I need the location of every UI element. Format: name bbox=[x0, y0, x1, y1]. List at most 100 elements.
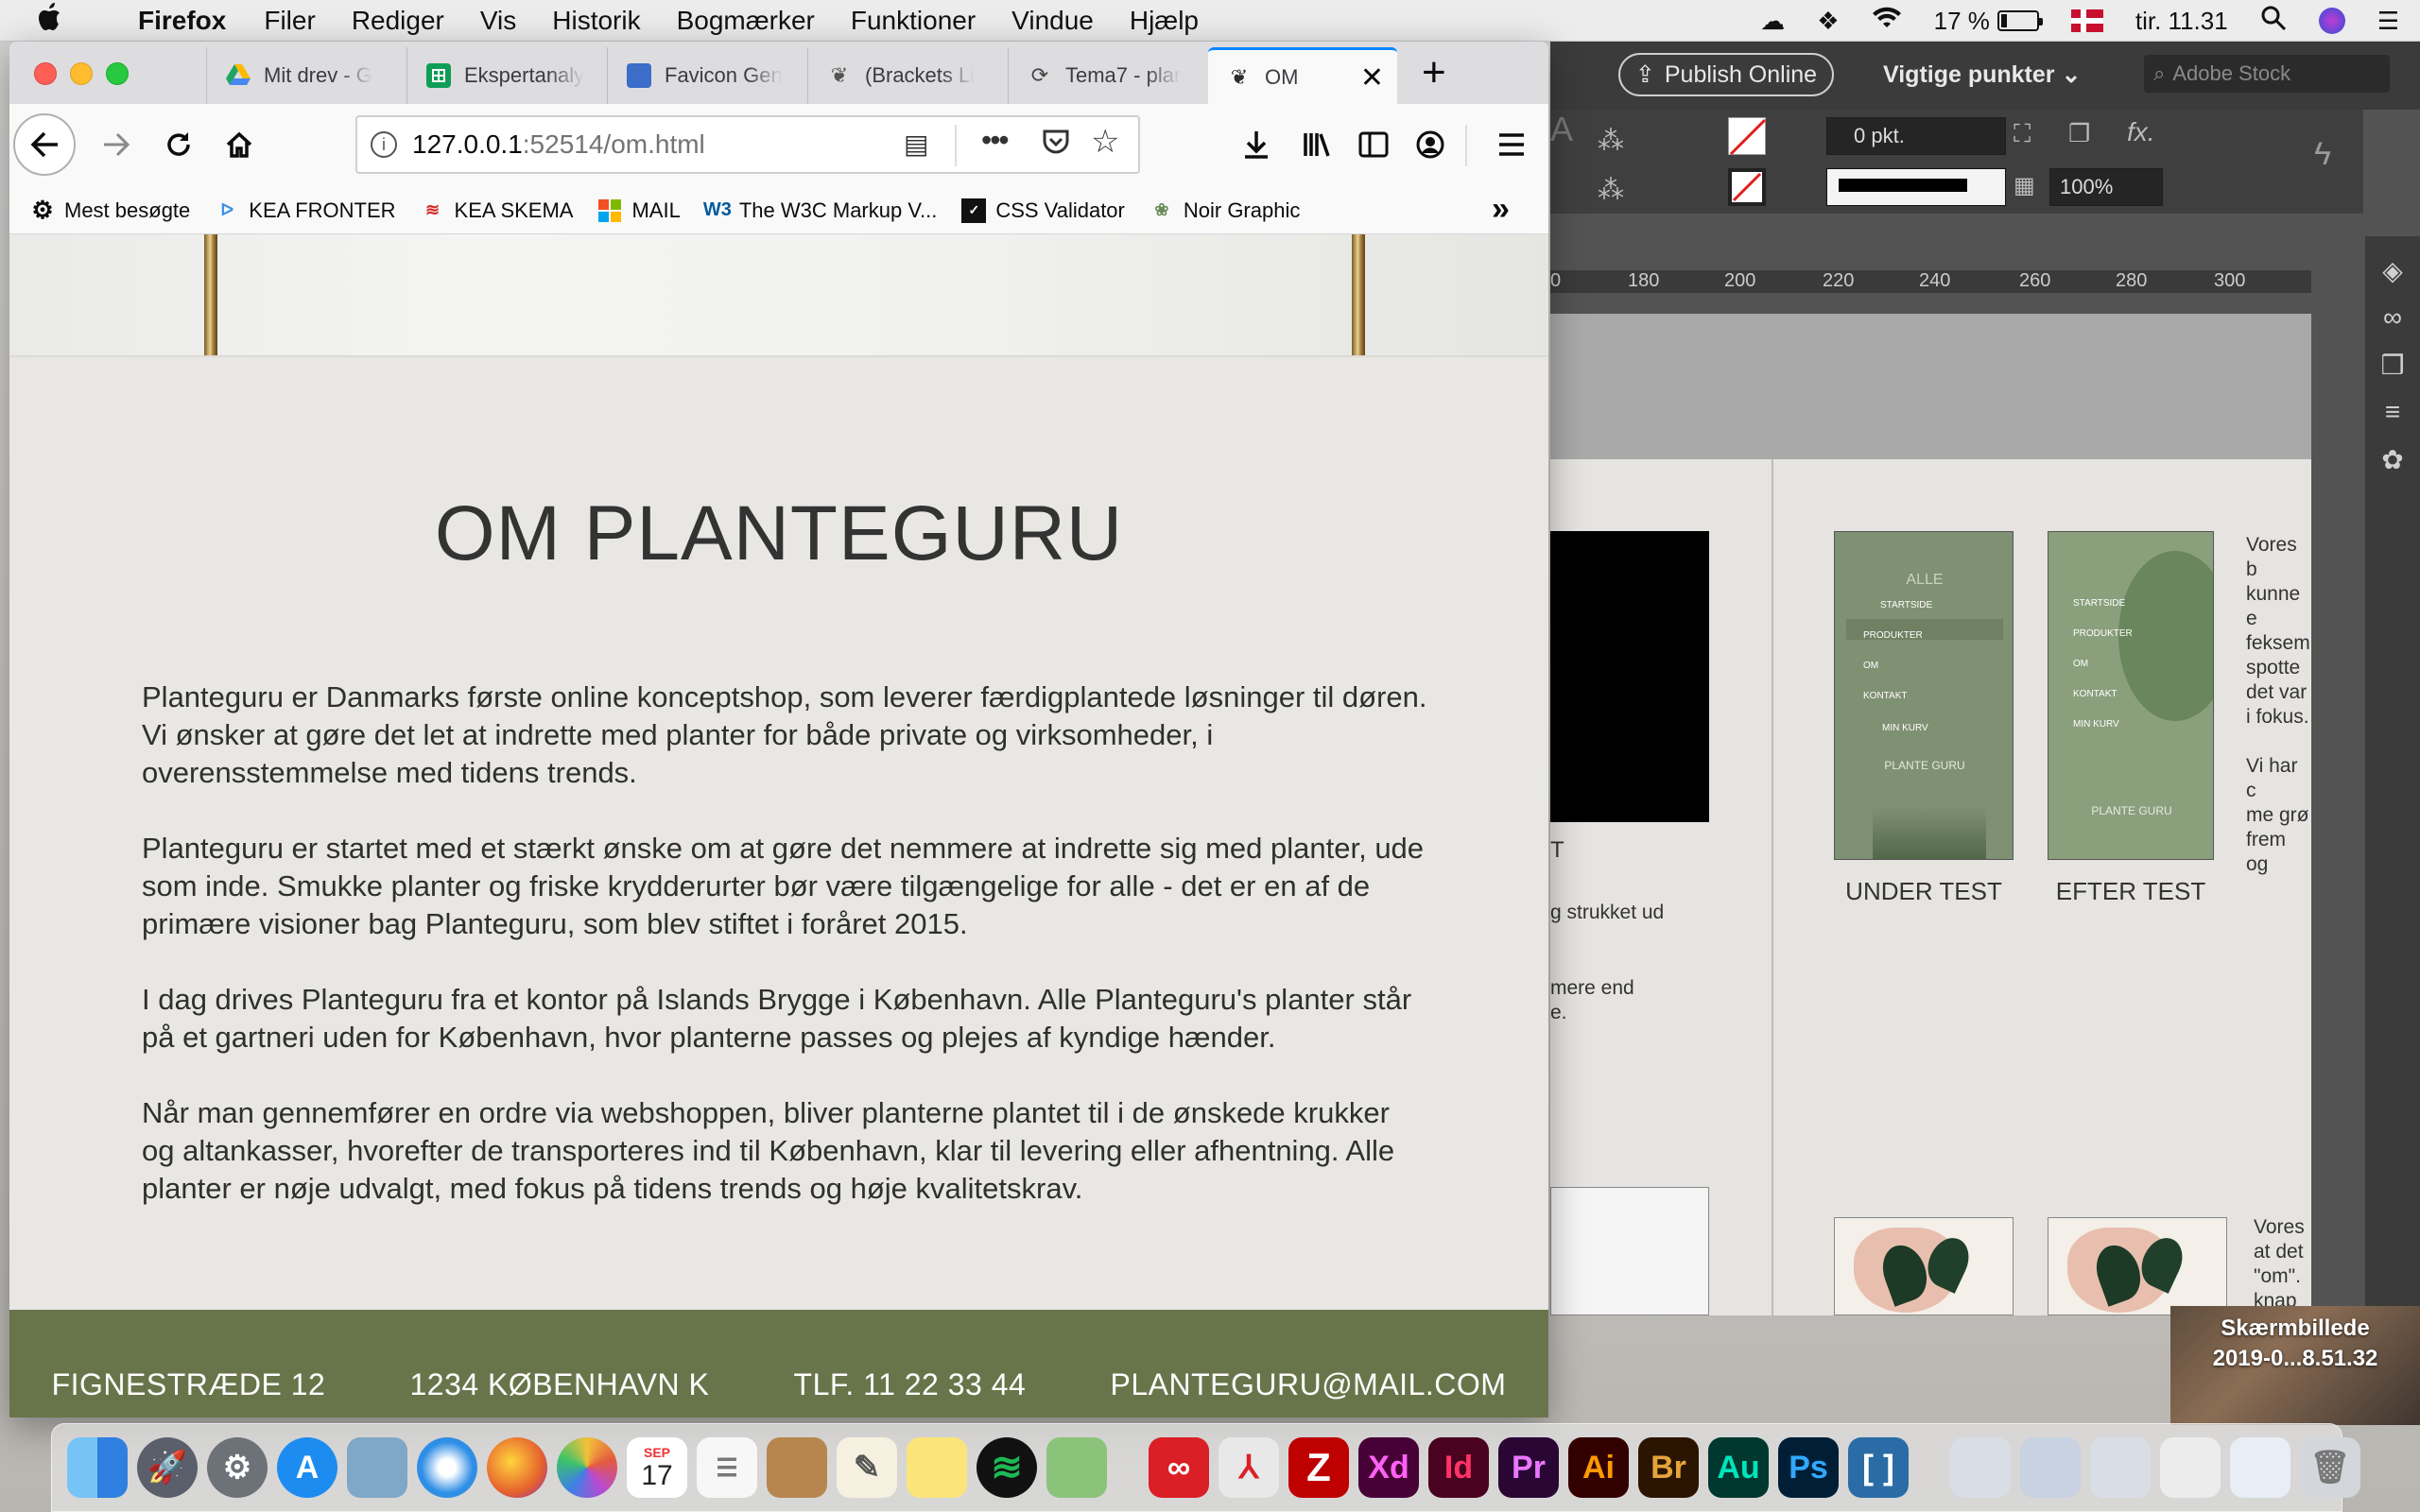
menu-funktioner[interactable]: Funktioner bbox=[851, 6, 976, 36]
preview-icon[interactable] bbox=[347, 1437, 407, 1498]
apple-menu-icon[interactable] bbox=[36, 2, 74, 40]
document-stack-icon[interactable] bbox=[2230, 1437, 2290, 1498]
phone-mockup-after-test[interactable]: STARTSIDE PRODUKTER OM KONTAKT MIN KURV … bbox=[2048, 531, 2214, 860]
spotlight-search-icon[interactable] bbox=[2260, 5, 2287, 38]
applications-folder-icon[interactable] bbox=[1950, 1437, 2011, 1498]
menu-hjaelp[interactable]: Hjælp bbox=[1130, 6, 1199, 36]
downloads-stack-icon[interactable] bbox=[2160, 1437, 2221, 1498]
site-info-icon[interactable]: i bbox=[371, 131, 397, 158]
tab-tema7[interactable]: ⟳ Tema7 - plar bbox=[1008, 47, 1208, 104]
page-viewport[interactable]: OM PLANTEGURU Planteguru er Danmarks før… bbox=[9, 234, 1548, 1418]
menu-filer[interactable]: Filer bbox=[264, 6, 315, 36]
photos-icon[interactable] bbox=[557, 1437, 617, 1498]
app-store-icon[interactable]: A bbox=[277, 1437, 337, 1498]
fill-swatch-none[interactable] bbox=[1728, 117, 1767, 156]
align-icon[interactable]: ⁂ bbox=[1598, 125, 1624, 156]
layers-icon[interactable]: ◈ bbox=[2377, 255, 2409, 285]
forward-button[interactable] bbox=[95, 123, 138, 166]
maps-icon[interactable] bbox=[1046, 1437, 1107, 1498]
firefox-icon[interactable] bbox=[487, 1437, 547, 1498]
desktop-screenshot-file-label[interactable]: Skærmbillede 2019-0...8.51.32 bbox=[2170, 1314, 2420, 1374]
tab-ekspertanalyse[interactable]: Ekspertanaly bbox=[406, 47, 607, 104]
url-bar[interactable]: i 127.0.0.1:52514/om.html ▤ ••• ☆ bbox=[355, 115, 1140, 174]
creative-cloud-status-icon[interactable]: ☁ bbox=[1760, 7, 1785, 36]
indesign-pasteboard[interactable]: T g strukket ud mere end e. ALLE STARTSI… bbox=[1550, 314, 2311, 1315]
effects-fx-icon[interactable]: fx. bbox=[2127, 117, 2155, 147]
indesign-page[interactable]: T g strukket ud mere end e. ALLE STARTSI… bbox=[1550, 459, 2311, 1315]
app-name-menu[interactable]: Firefox bbox=[138, 6, 226, 36]
phone-mockup-under-test[interactable]: ALLE STARTSIDE PRODUKTER OM KONTAKT MIN … bbox=[1834, 531, 2014, 860]
color-panel-icon[interactable]: ✿ bbox=[2377, 444, 2409, 474]
bookmark-mest-besogte[interactable]: ⚙ Mest besøgte bbox=[30, 196, 190, 224]
danish-flag-input-icon[interactable] bbox=[2070, 9, 2103, 32]
zoom-window-button[interactable] bbox=[106, 62, 129, 85]
system-preferences-icon[interactable]: ⚙ bbox=[207, 1437, 268, 1498]
dropbox-icon[interactable]: ❖ bbox=[1817, 7, 1839, 36]
acrobat-icon[interactable]: ⅄ bbox=[1219, 1437, 1279, 1498]
adobe-bridge-icon[interactable]: Br bbox=[1638, 1437, 1699, 1498]
clock[interactable]: tir. 11.31 bbox=[2135, 7, 2228, 36]
reminders-icon[interactable]: ☰ bbox=[697, 1437, 757, 1498]
bookmark-kea-skema[interactable]: ≋ KEA SKEMA bbox=[421, 198, 574, 223]
bookmark-kea-fronter[interactable]: ᐅ KEA FRONTER bbox=[215, 198, 395, 223]
adobe-audition-icon[interactable]: Au bbox=[1708, 1437, 1769, 1498]
textedit-icon[interactable]: ✎ bbox=[837, 1437, 897, 1498]
opacity-icon[interactable]: ▦ bbox=[2014, 172, 2035, 199]
lightning-icon[interactable]: ϟ bbox=[2314, 136, 2331, 173]
adobe-illustrator-icon[interactable]: Ai bbox=[1568, 1437, 1629, 1498]
minimize-window-button[interactable] bbox=[70, 62, 93, 85]
filezilla-icon[interactable]: Z bbox=[1288, 1437, 1349, 1498]
bookmark-w3c-markup-validator[interactable]: W3 The W3C Markup V... bbox=[703, 198, 937, 223]
bookmark-noir-graphic[interactable]: ❀ Noir Graphic bbox=[1150, 198, 1300, 223]
placed-image-plant-2[interactable] bbox=[2048, 1217, 2227, 1315]
brackets-icon[interactable]: [ ] bbox=[1848, 1437, 1909, 1498]
more-bookmarks-chevron-icon[interactable]: » bbox=[1492, 191, 1510, 228]
adobe-indesign-icon[interactable]: Id bbox=[1428, 1437, 1489, 1498]
sidebar-icon[interactable] bbox=[1352, 123, 1395, 166]
applications-stack-icon[interactable] bbox=[2090, 1437, 2151, 1498]
adobe-stock-search[interactable]: ⌕ Adobe Stock bbox=[2144, 55, 2390, 93]
hamburger-menu-icon[interactable] bbox=[1490, 123, 1533, 166]
page-actions-icon[interactable]: ••• bbox=[981, 123, 1010, 158]
menu-vis[interactable]: Vis bbox=[480, 6, 516, 36]
image-file-icon[interactable] bbox=[2020, 1437, 2081, 1498]
reader-view-icon[interactable]: ▤ bbox=[904, 129, 928, 160]
spotify-icon[interactable]: ≋ bbox=[977, 1437, 1037, 1498]
menu-bogmaerker[interactable]: Bogmærker bbox=[677, 6, 815, 36]
battery-percent[interactable]: 17 % bbox=[1934, 7, 1990, 36]
battery-icon[interactable] bbox=[1996, 10, 2043, 31]
creative-cloud-icon[interactable]: ∞ bbox=[1149, 1437, 1209, 1498]
workspace-switcher[interactable]: Vigtige punkter ⌄ bbox=[1883, 60, 2081, 89]
adobe-premiere-icon[interactable]: Pr bbox=[1498, 1437, 1559, 1498]
trash-icon[interactable]: 🗑 bbox=[2300, 1437, 2360, 1498]
finder-icon[interactable] bbox=[67, 1437, 128, 1498]
library-icon[interactable] bbox=[1295, 123, 1339, 166]
siri-icon[interactable] bbox=[2318, 8, 2345, 34]
downloads-icon[interactable] bbox=[1235, 123, 1278, 166]
stroke-swatch-none[interactable] bbox=[1728, 168, 1766, 206]
adobe-xd-icon[interactable]: Xd bbox=[1358, 1437, 1419, 1498]
pocket-icon[interactable] bbox=[1042, 129, 1070, 162]
notification-center-icon[interactable]: ☰ bbox=[2377, 7, 2399, 36]
reference-point-icon[interactable]: A bbox=[1550, 110, 1573, 214]
links-icon[interactable]: ∞ bbox=[2377, 302, 2409, 332]
publish-online-button[interactable]: ⇪ Publish Online bbox=[1618, 53, 1834, 96]
close-tab-icon[interactable]: ✕ bbox=[1360, 61, 1384, 94]
notes-icon[interactable] bbox=[907, 1437, 967, 1498]
stroke-type-select[interactable] bbox=[1826, 168, 2006, 206]
pages-icon[interactable]: ❒ bbox=[2377, 350, 2409, 380]
calendar-icon[interactable]: SEP 17 bbox=[627, 1437, 687, 1498]
bookmark-mail[interactable]: MAIL bbox=[597, 198, 681, 223]
account-icon[interactable] bbox=[1409, 123, 1452, 166]
drop-shadow-icon[interactable]: ❐ bbox=[2068, 119, 2090, 148]
wifi-icon[interactable] bbox=[1872, 7, 1902, 36]
new-tab-button[interactable]: + bbox=[1422, 49, 1446, 96]
footer-email[interactable]: PLANTEGURU@MAIL.COM bbox=[1110, 1367, 1506, 1402]
tab-mit-drev[interactable]: Mit drev - G bbox=[206, 47, 406, 104]
url-text[interactable]: 127.0.0.1:52514/om.html bbox=[412, 129, 705, 160]
launchpad-icon[interactable]: 🚀 bbox=[137, 1437, 198, 1498]
menu-historik[interactable]: Historik bbox=[552, 6, 640, 36]
home-button[interactable] bbox=[217, 123, 261, 166]
bookmark-star-icon[interactable]: ☆ bbox=[1091, 123, 1119, 161]
opacity-field[interactable]: 100% bbox=[2049, 168, 2163, 206]
